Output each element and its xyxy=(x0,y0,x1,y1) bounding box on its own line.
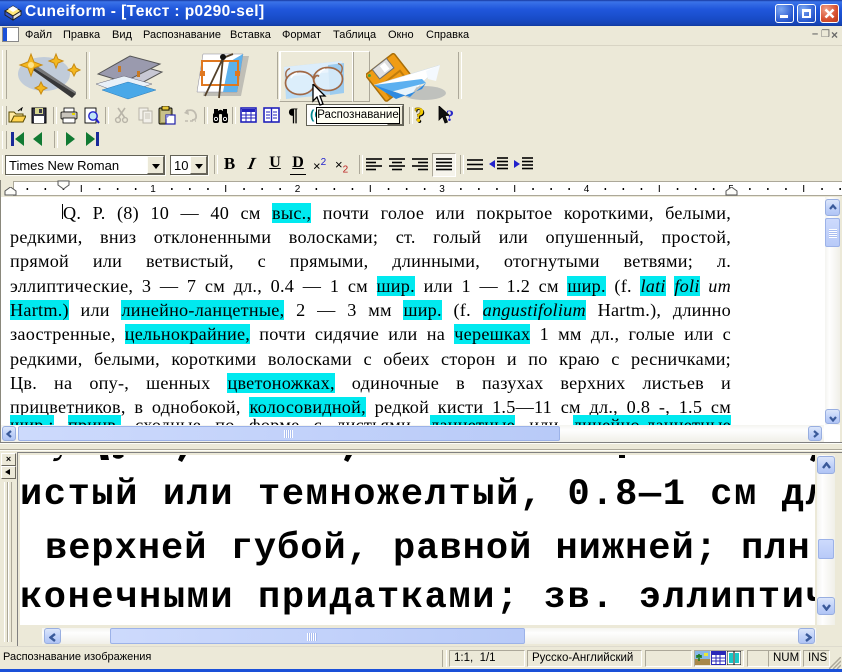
svg-text:1: 1 xyxy=(150,184,156,194)
svg-text:?: ? xyxy=(446,108,454,125)
svg-text:3: 3 xyxy=(439,184,445,194)
svg-text:4: 4 xyxy=(584,184,590,194)
svg-text:2: 2 xyxy=(295,184,301,194)
